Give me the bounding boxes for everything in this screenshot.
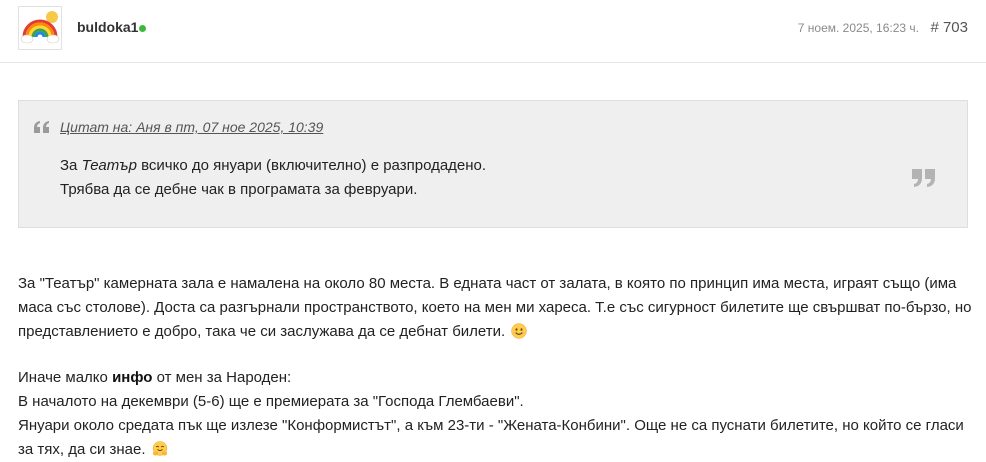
post-number-link[interactable]: # 703 bbox=[930, 19, 968, 36]
post-header: buldoka1 7 ноем. 2025, 16:23 ч. # 703 bbox=[0, 0, 986, 63]
quote-close-icon bbox=[912, 169, 935, 187]
quote-block: Цитат на: Аня в пт, 07 ное 2025, 10:39 З… bbox=[18, 100, 968, 228]
avatar[interactable] bbox=[18, 6, 62, 50]
smiling-face-icon bbox=[511, 323, 528, 339]
info-line: Иначе малко инфо от мен за Народен: bbox=[18, 369, 292, 386]
post-paragraph-1: За "Театър" камерната зала е намалена на… bbox=[18, 275, 972, 340]
quote-line-1: За Театър всичко до януари (включително)… bbox=[60, 157, 487, 174]
username[interactable]: buldoka1 bbox=[77, 19, 138, 35]
quote-line-2: Трябва да се дебне чак в програмата за ф… bbox=[60, 181, 418, 198]
january-line: Януари около средата пък ще излезе "Конф… bbox=[18, 417, 964, 458]
quote-italic-theatre: Театър bbox=[81, 157, 137, 174]
info-bold-text: инфо bbox=[112, 369, 153, 386]
quote-citation-link[interactable]: Цитат на: Аня в пт, 07 ное 2025, 10:39 bbox=[60, 119, 323, 135]
hugging-face-icon bbox=[152, 441, 167, 456]
post-date: 7 ноем. 2025, 16:23 ч. bbox=[797, 21, 919, 35]
rainbow-cloud-avatar-icon bbox=[20, 11, 60, 44]
premiere-line: В началото на декември (5-6) ще е премие… bbox=[18, 393, 524, 410]
online-status-indicator bbox=[139, 25, 146, 32]
quote-open-icon bbox=[34, 121, 49, 133]
post-paragraph-2: Иначе малко инфо от мен за Народен: В на… bbox=[18, 366, 973, 462]
